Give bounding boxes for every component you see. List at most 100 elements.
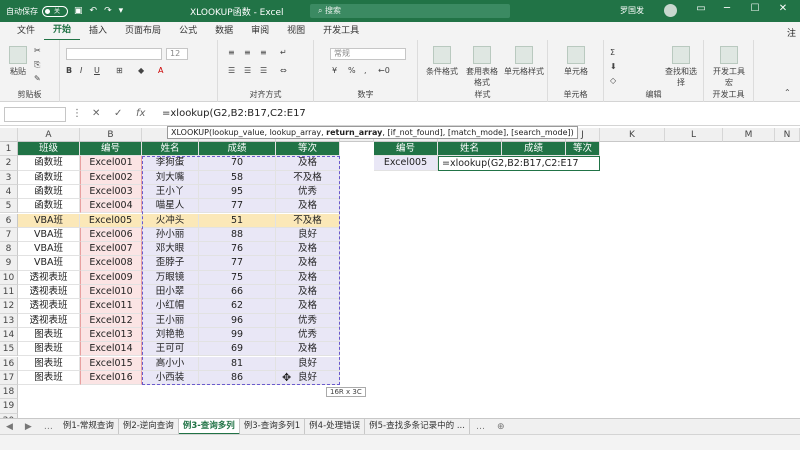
table-cell[interactable]: 图表班 [18, 370, 80, 386]
avatar[interactable] [664, 4, 677, 17]
row-header-1[interactable]: 1 [0, 142, 18, 157]
table-cell[interactable]: Excel006 [80, 227, 142, 243]
undo-icon[interactable]: ↶ [90, 6, 98, 16]
sheet-tab[interactable]: 例4-处理错误 [305, 418, 366, 435]
lookup-header-cell[interactable]: 成绩 [502, 142, 566, 157]
tab-file[interactable]: 文件 [8, 22, 44, 40]
row-header-9[interactable]: 9 [0, 256, 18, 271]
lookup-header-cell[interactable]: 姓名 [438, 142, 502, 157]
paste-button[interactable]: 粘贴 [6, 46, 30, 77]
table-cell[interactable]: 95 [199, 184, 276, 200]
table-cell[interactable]: Excel003 [80, 184, 142, 200]
table-cell[interactable]: 良好 [276, 356, 340, 371]
table-cell[interactable]: Excel015 [80, 356, 142, 371]
tab-insert[interactable]: 插入 [80, 22, 116, 40]
conditional-formatting-button[interactable]: 条件格式 [424, 46, 460, 77]
table-cell[interactable]: 70 [199, 156, 276, 171]
table-cell[interactable]: Excel004 [80, 199, 142, 214]
table-cell[interactable]: Excel002 [80, 170, 142, 185]
table-cell[interactable]: VBA班 [18, 227, 80, 243]
tab-view[interactable]: 视图 [278, 22, 314, 40]
table-cell[interactable]: VBA班 [18, 256, 80, 271]
row-header-8[interactable]: 8 [0, 242, 18, 257]
user-name[interactable]: 罗国发 [620, 5, 644, 16]
table-cell[interactable]: 99 [199, 327, 276, 343]
table-cell[interactable]: Excel013 [80, 327, 142, 343]
table-cell[interactable]: 王可可 [142, 342, 199, 357]
tab-comments[interactable]: 注 [787, 26, 796, 39]
select-all-corner[interactable] [0, 128, 18, 142]
table-cell[interactable]: 函数班 [18, 199, 80, 214]
row-header-7[interactable]: 7 [0, 227, 18, 243]
table-cell[interactable]: 及格 [276, 285, 340, 300]
border-icon[interactable]: ⊞ [116, 66, 123, 75]
table-cell[interactable]: 96 [199, 313, 276, 328]
maximize-icon[interactable]: ☐ [744, 3, 766, 14]
currency-icon[interactable]: ¥ [332, 66, 337, 75]
tab-review[interactable]: 审阅 [242, 22, 278, 40]
row-header-4[interactable]: 4 [0, 184, 18, 200]
active-formula-cell[interactable]: =xlookup(G2,B2:B17,C2:E17 [438, 156, 600, 171]
table-cell[interactable]: 优秀 [276, 184, 340, 200]
merge-icon[interactable]: ⇔ [280, 66, 287, 75]
table-cell[interactable]: 良好 [276, 227, 340, 243]
table-cell[interactable]: 函数班 [18, 184, 80, 200]
table-cell[interactable]: 邓大眼 [142, 242, 199, 257]
comma-icon[interactable]: , [364, 66, 367, 75]
table-cell[interactable]: 76 [199, 242, 276, 257]
collapse-ribbon-icon[interactable]: ⌃ [784, 88, 791, 97]
sheet-tab[interactable]: 例5-查找多条记录中的 ... [365, 418, 470, 435]
table-cell[interactable]: 田小翠 [142, 285, 199, 300]
table-cell[interactable]: Excel007 [80, 242, 142, 257]
font-size-select[interactable]: 12 [166, 48, 188, 60]
row-header-3[interactable]: 3 [0, 170, 18, 185]
redo-icon[interactable]: ↷ [104, 6, 112, 16]
column-header-l[interactable]: L [665, 128, 723, 142]
lookup-header-cell[interactable]: 等次 [566, 142, 600, 157]
align-left-icon[interactable]: ☰ [228, 66, 235, 75]
minimize-icon[interactable]: ─ [716, 3, 738, 14]
increase-decimal-icon[interactable]: ←0 [378, 66, 390, 75]
table-cell[interactable]: 及格 [276, 156, 340, 171]
row-header-12[interactable]: 12 [0, 299, 18, 314]
more-sheets-right-icon[interactable]: … [470, 422, 491, 432]
row-header-19[interactable]: 19 [0, 399, 18, 414]
table-cell[interactable]: Excel005 [80, 213, 142, 228]
row-header-5[interactable]: 5 [0, 199, 18, 214]
table-cell[interactable]: Excel009 [80, 270, 142, 285]
percent-icon[interactable]: % [348, 66, 356, 75]
column-header-b[interactable]: B [80, 128, 142, 142]
table-cell[interactable]: 81 [199, 356, 276, 371]
copy-icon[interactable]: ⎘ [34, 60, 40, 70]
ribbon-display-icon[interactable]: ▭ [690, 3, 712, 14]
row-header-2[interactable]: 2 [0, 156, 18, 171]
name-box[interactable] [4, 107, 66, 122]
cut-icon[interactable]: ✂ [34, 46, 41, 55]
table-cell[interactable]: 王小丽 [142, 313, 199, 328]
table-cell[interactable]: 77 [199, 199, 276, 214]
table-cell[interactable]: 孙小丽 [142, 227, 199, 243]
table-cell[interactable]: Excel001 [80, 156, 142, 171]
align-center-icon[interactable]: ☰ [244, 66, 251, 75]
table-cell[interactable]: 69 [199, 342, 276, 357]
table-cell[interactable]: VBA班 [18, 213, 80, 228]
table-cell[interactable]: 图表班 [18, 356, 80, 371]
lookup-value-cell[interactable]: Excel005 [374, 156, 438, 171]
table-cell[interactable]: 透视表班 [18, 285, 80, 300]
align-right-icon[interactable]: ☰ [260, 66, 267, 75]
table-header-cell[interactable]: 等次 [276, 142, 340, 157]
table-cell[interactable]: Excel012 [80, 313, 142, 328]
row-header-13[interactable]: 13 [0, 313, 18, 328]
table-cell[interactable]: 透视表班 [18, 270, 80, 285]
column-header-a[interactable]: A [18, 128, 80, 142]
table-cell[interactable]: 及格 [276, 270, 340, 285]
add-sheet-icon[interactable]: ⊕ [491, 422, 511, 432]
align-top-icon[interactable]: ≡ [228, 48, 235, 57]
table-cell[interactable]: 及格 [276, 199, 340, 214]
row-header-10[interactable]: 10 [0, 270, 18, 285]
customize-qat-icon[interactable]: ▾ [119, 6, 124, 16]
table-cell[interactable]: 透视表班 [18, 313, 80, 328]
table-cell[interactable]: 小红帽 [142, 299, 199, 314]
table-cell[interactable]: 刘艳艳 [142, 327, 199, 343]
save-icon[interactable]: ▣ [74, 6, 83, 16]
